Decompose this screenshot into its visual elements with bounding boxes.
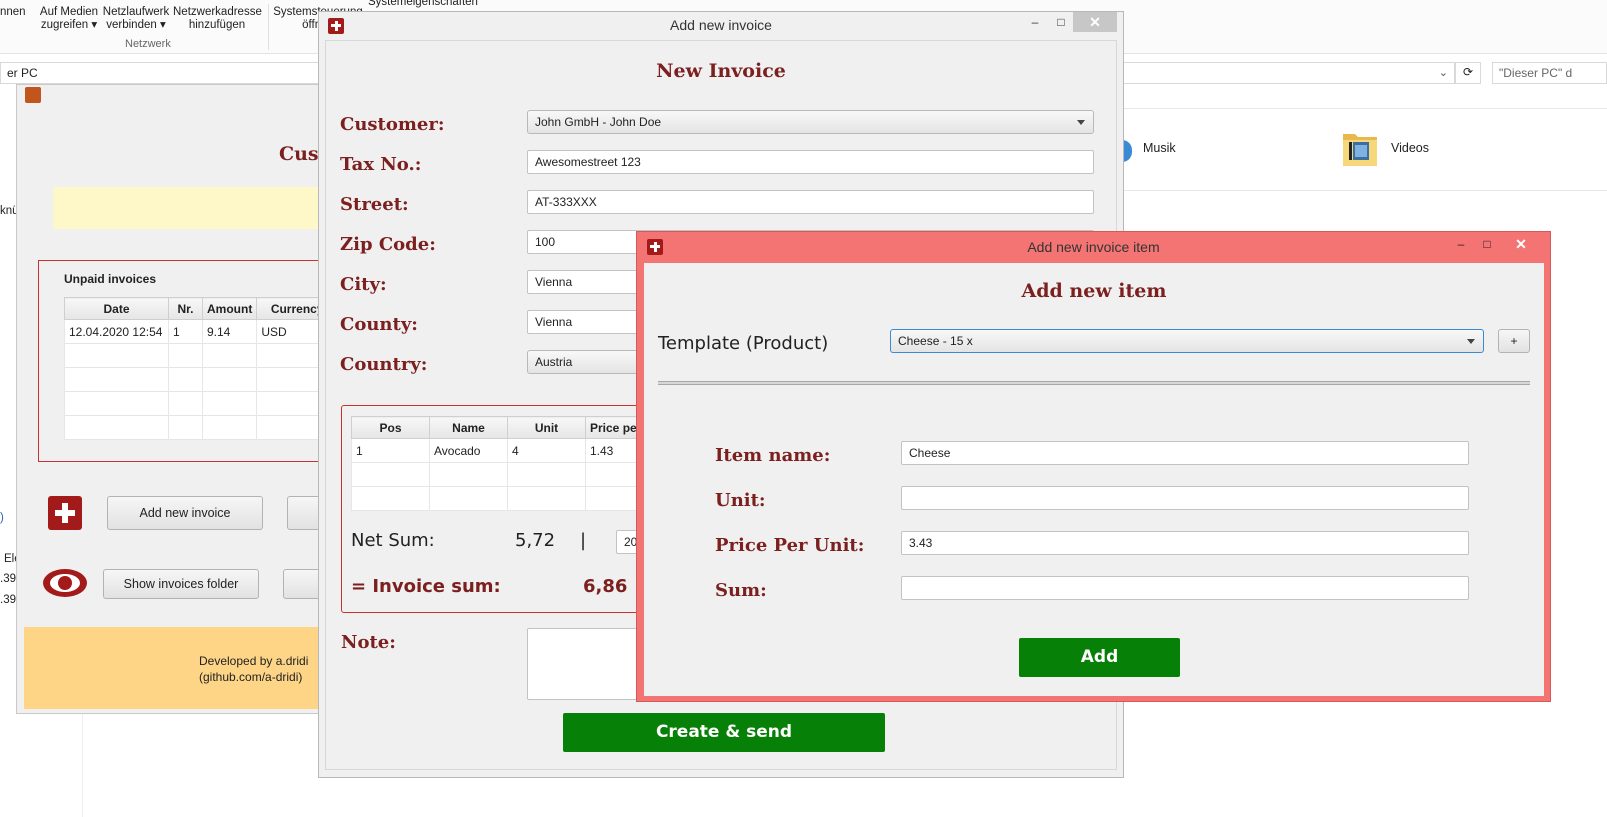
- template-label: Template (Product): [658, 333, 829, 354]
- sum-label: Sum:: [715, 580, 767, 601]
- unit-field[interactable]: [901, 486, 1469, 510]
- template-select[interactable]: Cheese - 15 x: [890, 329, 1484, 353]
- minimize-icon[interactable]: –: [1447, 234, 1475, 254]
- customer-window: Cust Unpaid invoices Date Nr. Amount Cur…: [16, 84, 338, 714]
- column-header-date[interactable]: Date: [64, 297, 169, 320]
- unpaid-invoices-panel: Unpaid invoices Date Nr. Amount Currency…: [38, 260, 338, 462]
- column-header-unit[interactable]: Unit: [507, 416, 586, 439]
- footer-banner: Developed by a.dridi (github.com/a-dridi…: [24, 627, 337, 709]
- unpaid-invoices-table[interactable]: Date Nr. Amount Currency 12.04.2020 12:5…: [64, 297, 338, 440]
- separator: |: [580, 530, 587, 551]
- table-row[interactable]: [64, 343, 338, 368]
- minimize-icon[interactable]: –: [1021, 12, 1049, 32]
- cell-name: Avocado: [429, 438, 508, 463]
- table-row[interactable]: [64, 415, 338, 440]
- ribbon-media-access[interactable]: Auf Medien zugreifen ▾: [38, 6, 100, 32]
- note-label: Note:: [341, 632, 396, 653]
- customer-select[interactable]: John GmbH - John Doe: [527, 110, 1094, 134]
- cell-nr: 1: [168, 319, 203, 344]
- ribbon-item-cut[interactable]: nnen: [0, 6, 26, 19]
- sum-field[interactable]: [901, 576, 1469, 600]
- chevron-down-icon[interactable]: ⌄: [1439, 66, 1448, 79]
- customer-info-banner: [53, 187, 337, 229]
- street-label: Street:: [340, 194, 409, 215]
- tax-no-label: Tax No.:: [340, 154, 422, 175]
- column-header-nr[interactable]: Nr.: [168, 297, 203, 320]
- item-name-field[interactable]: Cheese: [901, 441, 1469, 465]
- video-folder-icon[interactable]: [1341, 128, 1379, 168]
- titlebar: Add new invoice – □ ✕: [319, 12, 1123, 36]
- add-invoice-item-window: Add new invoice item – □ ✕ Add new item …: [636, 231, 1551, 702]
- item-name-label: Item name:: [715, 445, 831, 466]
- invoice-sum-label: = Invoice sum:: [351, 576, 501, 597]
- item-form: Add new item Template (Product) Cheese -…: [644, 263, 1544, 696]
- cell-unit: 4: [507, 438, 586, 463]
- street-field[interactable]: AT-333XXX: [527, 190, 1094, 214]
- cell-pos: 1: [351, 438, 430, 463]
- titlebar: Add new invoice item – □ ✕: [637, 232, 1550, 258]
- separator: [658, 381, 1530, 385]
- page-title: Add new item: [1021, 280, 1167, 302]
- county-label: County:: [340, 314, 418, 335]
- page-title: New Invoice: [656, 60, 786, 82]
- create-and-send-button[interactable]: Create & send: [563, 713, 885, 752]
- city-label: City:: [340, 274, 387, 295]
- zip-code-label: Zip Code:: [340, 234, 436, 255]
- folder-videos-label[interactable]: Videos: [1391, 141, 1429, 155]
- customer-label: Customer:: [340, 114, 445, 135]
- folder-music-label[interactable]: Musik: [1143, 141, 1176, 155]
- price-per-unit-label: Price Per Unit:: [715, 535, 865, 556]
- table-row[interactable]: [64, 367, 338, 392]
- column-header-pos[interactable]: Pos: [351, 416, 430, 439]
- maximize-icon[interactable]: □: [1047, 12, 1075, 32]
- nav-item-fragment[interactable]: .39: [0, 594, 16, 606]
- refresh-icon[interactable]: ⟳: [1455, 62, 1481, 84]
- unit-label: Unit:: [715, 490, 766, 511]
- nav-item-fragment[interactable]: .39: [0, 573, 16, 585]
- note-textarea[interactable]: [527, 628, 647, 700]
- close-icon[interactable]: ✕: [1507, 234, 1535, 254]
- column-header-amount[interactable]: Amount: [201, 297, 258, 320]
- table-row[interactable]: 12.04.2020 12:54 1 9.14 USD: [64, 319, 338, 344]
- ribbon-group-label: Netzwerk: [125, 38, 171, 50]
- app-icon: [25, 87, 41, 103]
- net-sum-value: 5,72: [515, 530, 556, 551]
- search-input[interactable]: "Dieser PC" d: [1492, 62, 1607, 84]
- ribbon-system-properties[interactable]: Systemeigenschaften: [368, 0, 498, 9]
- eye-icon[interactable]: [42, 568, 88, 598]
- table-header-row: Date Nr. Amount Currency: [64, 297, 338, 320]
- column-header-name[interactable]: Name: [429, 416, 508, 439]
- window-title: Add new invoice: [670, 17, 772, 33]
- ribbon-divider: [268, 4, 269, 50]
- window-title: Add new invoice item: [1027, 239, 1160, 255]
- price-per-unit-field[interactable]: 3.43: [901, 531, 1469, 555]
- add-invoice-icon[interactable]: [48, 496, 82, 530]
- maximize-icon[interactable]: □: [1473, 234, 1501, 254]
- close-icon[interactable]: ✕: [1073, 12, 1117, 32]
- ribbon-map-network-drive[interactable]: Netzlaufwerk verbinden ▾: [102, 6, 170, 32]
- add-template-button[interactable]: +: [1498, 329, 1530, 353]
- chevron-down-icon: [1467, 339, 1475, 344]
- show-invoices-folder-button[interactable]: Show invoices folder: [103, 569, 259, 599]
- add-new-invoice-button[interactable]: Add new invoice: [107, 496, 263, 530]
- cell-date: 12.04.2020 12:54: [64, 319, 169, 344]
- chevron-down-icon: [1077, 120, 1085, 125]
- developer-credit: Developed by a.dridi (github.com/a-dridi…: [199, 654, 309, 684]
- unpaid-invoices-title: Unpaid invoices: [64, 272, 157, 286]
- net-sum-label: Net Sum:: [351, 530, 435, 551]
- nav-item-fragment[interactable]: ): [0, 512, 4, 524]
- invoice-sum-value: 6,86: [583, 576, 628, 597]
- ribbon-add-network-location[interactable]: Netzwerkadresse hinzufügen: [173, 6, 262, 32]
- table-row[interactable]: [64, 391, 338, 416]
- truncated-button[interactable]: [283, 569, 323, 599]
- cell-amount: 9.14: [201, 319, 258, 344]
- tax-no-field[interactable]: Awesomestreet 123: [527, 150, 1094, 174]
- country-label: Country:: [340, 354, 428, 375]
- add-item-button[interactable]: Add: [1019, 638, 1180, 677]
